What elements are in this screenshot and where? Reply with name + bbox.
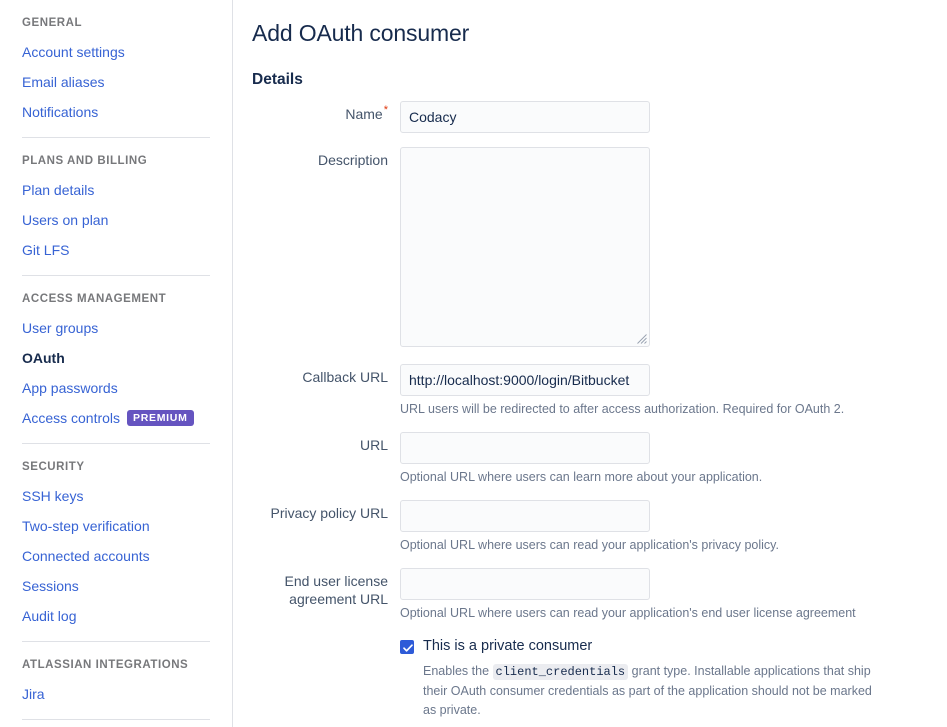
private-consumer-help: Enables the client_credentials grant typ… [423,662,878,720]
sidebar-group-plans-and-billing: PLANS AND BILLING Plan details Users on … [22,138,210,265]
form-row-description: Description [252,142,927,347]
section-title-details: Details [252,48,927,96]
sidebar-item-access-controls[interactable]: Access controls PREMIUM [22,403,210,433]
sidebar-item-audit-log[interactable]: Audit log [22,601,210,631]
callback-url-input[interactable] [400,364,650,396]
sidebar-item-notifications[interactable]: Notifications [22,97,210,127]
form-row-privacy-policy-url: Privacy policy URL Optional URL where us… [252,495,927,554]
help-text-after: grant type. Installable applications tha… [423,664,872,717]
sidebar-group-apps-and-features: APPS AND FEATURES [22,720,210,727]
sidebar-group-access-management: ACCESS MANAGEMENT User groups OAuth App … [22,276,210,433]
field-eula-url: Optional URL where users can read your a… [400,563,927,720]
description-textarea[interactable] [400,147,650,347]
checkmark-icon [402,642,414,654]
sidebar-item-oauth[interactable]: OAuth [22,343,210,373]
sidebar-item-connected-accounts[interactable]: Connected accounts [22,541,210,571]
spacer [252,418,927,427]
field-url: Optional URL where users can learn more … [400,427,927,486]
sidebar-item-users-on-plan[interactable]: Users on plan [22,205,210,235]
sidebar-item-app-passwords[interactable]: App passwords [22,373,210,403]
settings-sidebar: GENERAL Account settings Email aliases N… [0,0,233,727]
label-name-text: Name [345,106,382,122]
label-callback-url: Callback URL [252,359,400,386]
required-asterisk: * [384,104,388,116]
page-title: Add OAuth consumer [252,14,927,48]
sidebar-heading-general: GENERAL [22,0,210,37]
help-url: Optional URL where users can learn more … [400,469,860,486]
sidebar-item-jira[interactable]: Jira [22,679,210,709]
sidebar-item-plan-details[interactable]: Plan details [22,175,210,205]
sidebar-heading-security: SECURITY [22,444,210,481]
spacer [252,347,927,359]
settings-page: GENERAL Account settings Email aliases N… [0,0,947,727]
form-row-callback-url: Callback URL URL users will be redirecte… [252,359,927,418]
premium-badge: PREMIUM [127,410,193,426]
label-url: URL [252,427,400,454]
sidebar-item-ssh-keys[interactable]: SSH keys [22,481,210,511]
private-consumer-label[interactable]: This is a private consumer [423,637,592,656]
field-name [400,96,927,133]
field-description [400,142,927,347]
help-eula-url: Optional URL where users can read your a… [400,605,860,622]
form-row-name: Name* [252,96,927,133]
spacer [252,133,927,142]
url-input[interactable] [400,432,650,464]
name-input[interactable] [400,101,650,133]
privacy-policy-url-input[interactable] [400,500,650,532]
sidebar-item-git-lfs[interactable]: Git LFS [22,235,210,265]
label-description: Description [252,142,400,169]
main-content: Add OAuth consumer Details Name* Descrip… [233,0,947,727]
eula-url-input[interactable] [400,568,650,600]
sidebar-item-sessions[interactable]: Sessions [22,571,210,601]
help-callback-url: URL users will be redirected to after ac… [400,401,860,418]
private-consumer-checkbox[interactable] [400,640,414,654]
sidebar-group-security: SECURITY SSH keys Two-step verification … [22,444,210,631]
sidebar-item-user-groups[interactable]: User groups [22,313,210,343]
grant-type-code: client_credentials [493,664,629,680]
help-privacy-policy-url: Optional URL where users can read your a… [400,537,860,554]
sidebar-heading-plans-and-billing: PLANS AND BILLING [22,138,210,175]
field-callback-url: URL users will be redirected to after ac… [400,359,927,418]
sidebar-heading-access-management: ACCESS MANAGEMENT [22,276,210,313]
label-name: Name* [252,96,400,123]
label-eula-url: End user license agreement URL [252,563,400,608]
spacer [252,486,927,495]
sidebar-group-atlassian-integrations: ATLASSIAN INTEGRATIONS Jira [22,642,210,709]
sidebar-group-general: GENERAL Account settings Email aliases N… [22,0,210,127]
sidebar-item-account-settings[interactable]: Account settings [22,37,210,67]
sidebar-item-email-aliases[interactable]: Email aliases [22,67,210,97]
form-row-url: URL Optional URL where users can learn m… [252,427,927,486]
label-privacy-policy-url: Privacy policy URL [252,495,400,522]
sidebar-item-label: Access controls [22,409,120,427]
private-consumer-row[interactable]: This is a private consumer [400,637,927,656]
sidebar-heading-apps-and-features: APPS AND FEATURES [22,720,210,727]
sidebar-item-two-step-verification[interactable]: Two-step verification [22,511,210,541]
form-row-eula-url: End user license agreement URL Optional … [252,563,927,720]
sidebar-heading-atlassian-integrations: ATLASSIAN INTEGRATIONS [22,642,210,679]
help-text-before: Enables the [423,664,489,678]
field-privacy-policy-url: Optional URL where users can read your a… [400,495,927,554]
spacer [252,554,927,563]
